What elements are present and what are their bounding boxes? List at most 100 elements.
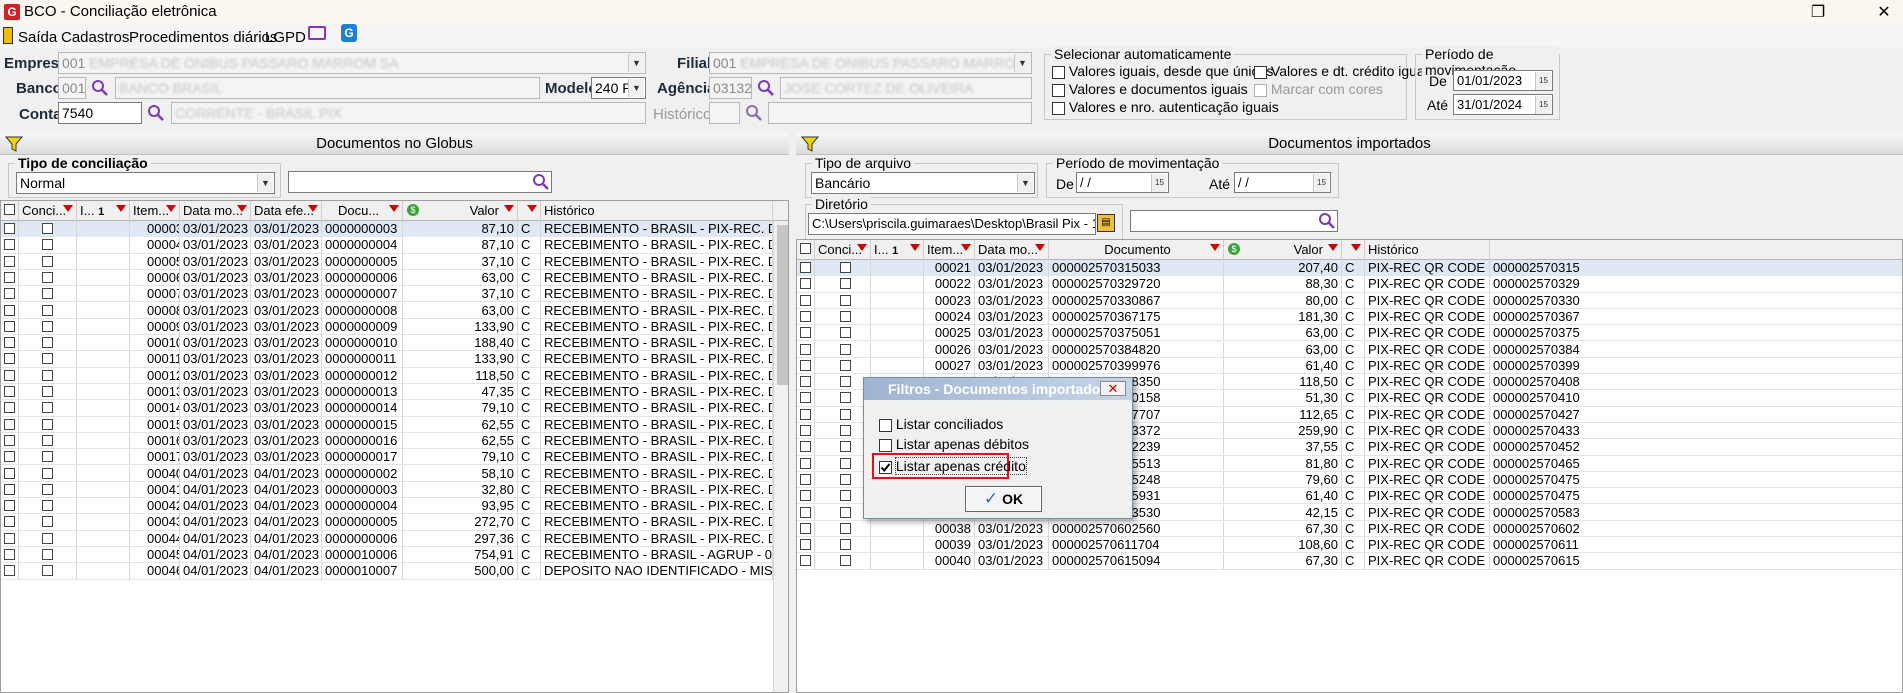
checkbox[interactable]	[42, 418, 53, 430]
checkbox[interactable]	[42, 467, 53, 479]
checkbox[interactable]	[42, 549, 53, 560]
calendar-icon[interactable]: 15	[1151, 174, 1167, 192]
checkbox[interactable]	[4, 483, 15, 495]
checkbox[interactable]	[42, 483, 53, 495]
banco-search-icon[interactable]	[91, 79, 109, 97]
checkbox[interactable]	[1254, 65, 1267, 79]
checkbox[interactable]	[42, 320, 53, 332]
filial-field[interactable]: 001 EMPRESA DE ONIBUS PASSARO MARROM SA …	[709, 52, 1032, 74]
checkbox[interactable]	[4, 516, 15, 528]
table-row[interactable]: 00010 03/01/2023 03/01/2023 0000000010 188,4…	[1, 335, 773, 352]
menu-procedimentos[interactable]: Procedimentos diários	[129, 29, 277, 46]
checkbox[interactable]	[4, 532, 15, 544]
restore-icon[interactable]: ❐	[1806, 2, 1830, 22]
checkbox[interactable]	[840, 343, 851, 355]
agencia-search-icon[interactable]	[757, 79, 775, 97]
auto-option-valores-credito[interactable]: Valores e dt. crédito iguais	[1254, 63, 1435, 79]
table-row[interactable]: 00014 03/01/2023 03/01/2023 0000000014 79,10…	[1, 400, 773, 417]
table-row[interactable]: 00012 03/01/2023 03/01/2023 0000000012 118,5…	[1, 367, 773, 384]
checkbox[interactable]	[4, 255, 15, 267]
table-row[interactable]: 00011 03/01/2023 03/01/2023 0000000011 133,9…	[1, 351, 773, 368]
col-data-efe[interactable]: Data efe...	[251, 201, 322, 221]
auto-option-valores-autenticacao[interactable]: Valores e nro. autenticação iguais	[1052, 99, 1279, 115]
filter-funnel-icon[interactable]	[801, 135, 819, 153]
checkbox[interactable]	[800, 392, 811, 404]
table-row[interactable]: 00022 03/01/2023 000002570329720 88,30 C PIX-…	[797, 276, 1902, 293]
filter-icon[interactable]	[63, 205, 73, 212]
checkbox[interactable]	[42, 434, 53, 446]
checkbox[interactable]	[879, 418, 892, 432]
table-row[interactable]: 00015 03/01/2023 03/01/2023 0000000015 62,55…	[1, 416, 773, 433]
checkbox[interactable]	[42, 532, 53, 544]
col-valor[interactable]: $ Valor	[403, 201, 518, 221]
checkbox[interactable]	[840, 490, 851, 502]
checkbox[interactable]	[42, 337, 53, 349]
filter-icon[interactable]	[961, 244, 971, 251]
filter-icon[interactable]	[389, 205, 399, 212]
checkbox[interactable]	[42, 304, 53, 316]
table-row[interactable]: 00041 04/01/2023 04/01/2023 0000000003 32,80…	[1, 481, 773, 499]
table-row[interactable]: 00039 03/01/2023 000002570611704 108,60 C PIX…	[797, 537, 1902, 554]
col-item[interactable]: Item...	[924, 240, 975, 260]
table-row[interactable]: 00027 03/01/2023 000002570399976 61,40 C PIX-…	[797, 357, 1902, 375]
checkbox[interactable]	[840, 506, 851, 518]
historico-code-field[interactable]	[709, 102, 740, 124]
filter-icon[interactable]	[308, 205, 318, 212]
conta-search-icon[interactable]	[147, 104, 165, 122]
checkbox[interactable]	[4, 467, 15, 479]
filter-icon[interactable]	[910, 244, 920, 251]
checkbox[interactable]	[840, 473, 851, 485]
checkbox[interactable]	[840, 555, 851, 567]
checkbox[interactable]	[4, 369, 15, 381]
filter-icon[interactable]	[1328, 244, 1338, 251]
filter-funnel-icon[interactable]	[5, 135, 23, 153]
checkbox[interactable]	[840, 408, 851, 420]
dialog-option-debitos[interactable]: Listar apenas débitos	[879, 436, 1029, 452]
checkbox[interactable]	[4, 271, 15, 283]
col-dc[interactable]	[1342, 240, 1365, 260]
calendar-icon[interactable]: 15	[1313, 174, 1329, 192]
checkbox[interactable]	[42, 386, 53, 397]
checkbox[interactable]	[4, 239, 15, 251]
modelo-select[interactable]: 240 P. ▼	[591, 77, 646, 99]
checkbox[interactable]	[4, 304, 15, 316]
checkbox[interactable]	[800, 310, 811, 322]
checkbox[interactable]	[800, 425, 811, 436]
periodo-de-field[interactable]: 01/01/2023 15	[1453, 70, 1553, 91]
globus-icon[interactable]: G	[341, 24, 357, 42]
filter-icon[interactable]	[1210, 244, 1220, 251]
col-documento[interactable]: Docu...	[322, 201, 403, 221]
checkbox[interactable]	[800, 262, 811, 273]
filter-icon[interactable]	[116, 205, 126, 212]
checkbox[interactable]	[800, 327, 811, 339]
col-conciliado[interactable]: Conci...	[815, 240, 871, 260]
checkbox[interactable]	[42, 239, 53, 251]
checkbox[interactable]	[42, 223, 53, 234]
table-row[interactable]: 00045 04/01/2023 04/01/2023 0000010006 754,9…	[1, 547, 773, 564]
checkbox[interactable]	[42, 288, 53, 300]
menu-saida[interactable]: Saída	[18, 29, 57, 46]
chevron-down-icon[interactable]: ▼	[1017, 174, 1033, 192]
checkbox[interactable]	[42, 451, 53, 463]
checkbox[interactable]	[840, 392, 851, 404]
scroll-thumb[interactable]	[777, 225, 788, 385]
right-periodo-ate-field[interactable]: / / 15	[1234, 172, 1331, 193]
table-row[interactable]: 00026 03/01/2023 000002570384820 63,00 C PIX-…	[797, 341, 1902, 358]
col-i[interactable]: I... 1	[871, 240, 924, 260]
checkbox-checked[interactable]	[879, 460, 892, 474]
col-historico[interactable]: Histórico	[1365, 240, 1490, 260]
table-row[interactable]: 00004 03/01/2023 03/01/2023 0000000004 87,10…	[1, 237, 773, 254]
table-row[interactable]: 00005 03/01/2023 03/01/2023 0000000005 37,10…	[1, 253, 773, 270]
tipo-conciliacao-select[interactable]: Normal ▼	[16, 172, 275, 194]
table-row[interactable]: 00043 04/01/2023 04/01/2023 0000000005 272,7…	[1, 514, 773, 531]
empresa-field[interactable]: 001 EMPRESA DE ONIBUS PASSARO MARROM SA ▼	[58, 52, 646, 74]
left-search-input[interactable]	[288, 171, 552, 193]
checkbox[interactable]	[800, 278, 811, 290]
checkbox[interactable]	[840, 294, 851, 306]
right-search-input[interactable]	[1130, 210, 1338, 232]
filter-icon[interactable]	[527, 205, 537, 212]
checkbox[interactable]	[840, 327, 851, 339]
checkbox[interactable]	[42, 369, 53, 381]
checkbox[interactable]	[800, 473, 811, 485]
checkbox[interactable]	[840, 441, 851, 453]
